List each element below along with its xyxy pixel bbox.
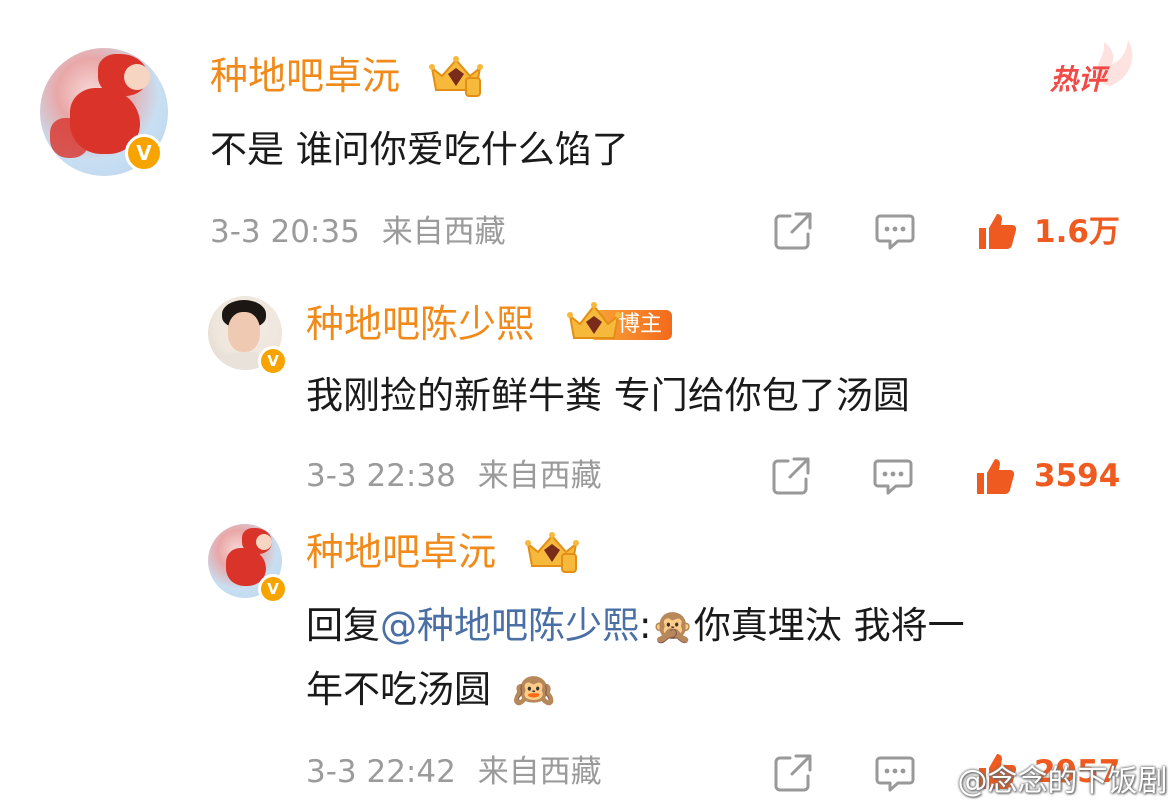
share-icon[interactable] (772, 752, 814, 794)
share-icon[interactable] (772, 210, 814, 252)
emoji-see-no-evil: 🙊 (651, 607, 694, 647)
timestamp: 3-3 22:42 (306, 754, 456, 790)
mention-link[interactable]: @种地吧陈少熙 (380, 604, 639, 647)
reply-text-continued: 年不吃汤圆 🙉 (306, 664, 555, 717)
emoji-hear-no-evil: 🙉 (512, 671, 556, 711)
reply-prefix: 回复 (306, 604, 380, 647)
crown-icon (429, 56, 483, 97)
comment-text: 不是 谁问你爱吃什么馅了 (210, 128, 629, 171)
comment-icon[interactable] (874, 754, 916, 794)
hot-comment-badge: 热评 (1050, 40, 1133, 98)
reply-time: 3-3 22:42 来自西藏 (306, 752, 602, 792)
reply-text-line1: 你真埋汰 我将一 (693, 604, 965, 647)
reply-text: 我刚捡的新鲜牛粪 专门给你包了汤圆 (306, 374, 910, 417)
verified-badge-icon: V (258, 346, 288, 376)
hot-comment-label: 热评 (1050, 63, 1107, 96)
like-count: 3594 (1034, 458, 1121, 494)
location: 来自西藏 (477, 458, 602, 494)
watermark-text: @念念的下饭剧 (957, 764, 1168, 799)
reply-text: 回复@种地吧陈少熙:🙊你真埋汰 我将一 (306, 604, 965, 647)
crown-icon (525, 532, 579, 573)
reply-time: 3-3 22:38 来自西藏 (306, 456, 602, 496)
reply-text-line2: 年不吃汤圆 (306, 668, 491, 711)
like-icon[interactable] (976, 210, 1018, 252)
like-icon[interactable] (974, 455, 1016, 497)
comment-author[interactable]: 种地吧卓沅 (210, 54, 400, 98)
crown-icon (567, 302, 621, 339)
timestamp: 3-3 20:35 (210, 214, 360, 250)
reply-author[interactable]: 种地吧卓沅 (306, 530, 496, 574)
like-count: 1.6万 (1034, 214, 1120, 250)
verified-badge-icon: V (125, 134, 163, 172)
verified-badge-icon: V (258, 574, 288, 604)
timestamp: 3-3 22:38 (306, 458, 456, 494)
watermark: @念念的下饭剧 (914, 756, 1168, 800)
comment-icon[interactable] (872, 457, 914, 497)
share-icon[interactable] (770, 455, 812, 497)
comment-time: 3-3 20:35 来自西藏 (210, 212, 506, 252)
comment-icon[interactable] (874, 212, 916, 252)
reply-author[interactable]: 种地吧陈少熙 (306, 302, 534, 346)
location: 来自西藏 (477, 754, 602, 790)
location: 来自西藏 (381, 214, 506, 250)
weibo-logo-icon (914, 770, 947, 797)
